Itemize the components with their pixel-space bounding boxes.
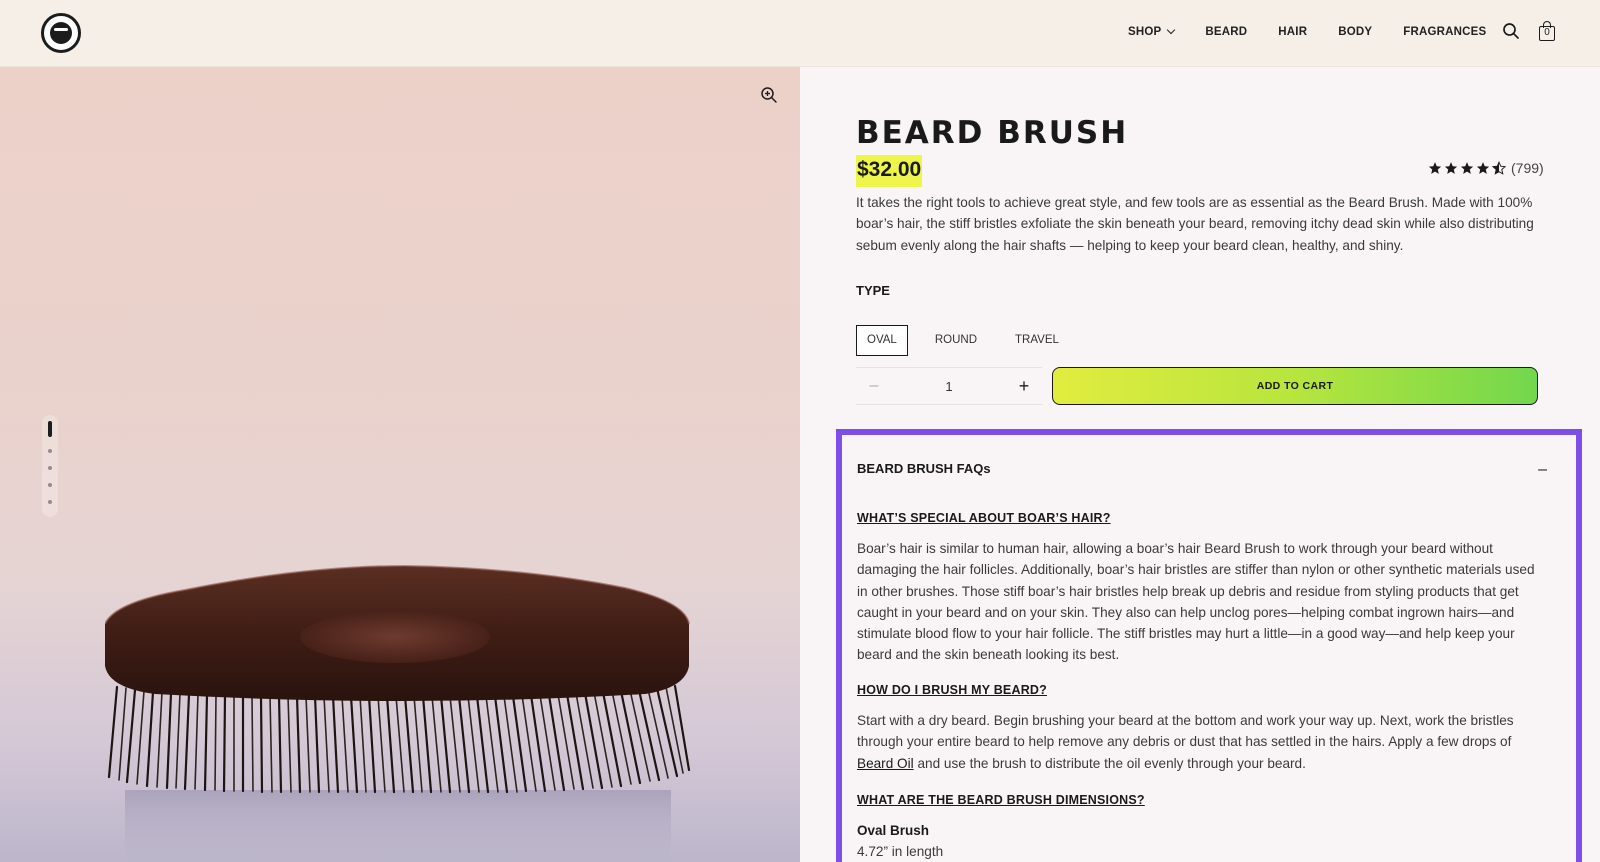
star-half-icon xyxy=(1492,161,1506,175)
variant-round[interactable]: ROUND xyxy=(924,325,988,356)
faq-answer: Boar’s hair is similar to human hair, al… xyxy=(857,541,1535,663)
quantity-decrease-button[interactable]: – xyxy=(856,377,892,395)
star-full-icon xyxy=(1444,162,1458,174)
cart-icon[interactable]: 0 xyxy=(1538,20,1556,41)
gallery-dot-active[interactable] xyxy=(48,421,52,437)
search-icon[interactable] xyxy=(1502,22,1520,40)
variant-travel[interactable]: TRAVEL xyxy=(1004,325,1070,356)
faq-title: BEARD BRUSH FAQs xyxy=(857,461,991,476)
product-rating[interactable]: (799) xyxy=(1428,160,1544,176)
gallery-dot[interactable] xyxy=(48,500,52,504)
gallery-dot[interactable] xyxy=(48,449,52,453)
variant-selector: OVAL ROUND TRAVEL xyxy=(856,325,1086,356)
gallery-dot[interactable] xyxy=(48,466,52,470)
faq-accordion: BEARD BRUSH FAQs – WHAT’S SPECIAL ABOUT … xyxy=(836,429,1582,862)
beard-logo-icon xyxy=(50,22,72,44)
faq-question: HOW DO I BRUSH MY BEARD? xyxy=(857,683,1047,697)
beard-brush-product-image xyxy=(105,564,691,862)
nav-hair[interactable]: HAIR xyxy=(1278,26,1307,38)
variant-oval[interactable]: OVAL xyxy=(856,325,908,356)
beard-oil-link[interactable]: Beard Oil xyxy=(857,756,914,771)
faq-answer-text: Start with a dry beard. Begin brushing y… xyxy=(857,713,1514,750)
nav-beard[interactable]: BEARD xyxy=(1205,26,1247,38)
gallery-pagination xyxy=(42,415,58,517)
nav-shop-label: SHOP xyxy=(1128,26,1162,38)
add-to-cart-button[interactable]: ADD TO CART xyxy=(1052,367,1538,405)
faq-toggle[interactable]: BEARD BRUSH FAQs – xyxy=(857,458,1547,482)
product-gallery[interactable] xyxy=(0,67,800,862)
product-price: $32.00 xyxy=(856,155,923,187)
quantity-increase-button[interactable]: + xyxy=(1006,376,1042,397)
nav-body[interactable]: BODY xyxy=(1338,26,1372,38)
dimension-subtitle: Oval Brush xyxy=(857,823,930,838)
product-info: BEARD BRUSH $32.00 (799) It takes the ri… xyxy=(800,67,1600,862)
star-full-icon xyxy=(1428,162,1442,174)
nav-fragrances[interactable]: FRAGRANCES xyxy=(1403,26,1486,38)
dimension-line: 4.72” in length xyxy=(857,844,944,859)
faq-answer-text: and use the brush to distribute the oil … xyxy=(913,755,1306,771)
rating-count: (799) xyxy=(1511,160,1544,176)
faq-question: WHAT’S SPECIAL ABOUT BOAR’S HAIR? xyxy=(857,511,1111,525)
brand-logo[interactable] xyxy=(41,13,81,53)
chevron-down-icon xyxy=(1167,25,1176,35)
site-header: SHOP BEARD HAIR BODY FRAGRANCES 0 xyxy=(0,0,1600,67)
product-title: BEARD BRUSH xyxy=(856,115,1129,151)
product-description: It takes the right tools to achieve grea… xyxy=(856,195,1534,253)
faq-answer: Start with a dry beard. Begin brushing y… xyxy=(857,710,1547,774)
type-label: TYPE xyxy=(856,283,890,298)
zoom-in-icon[interactable] xyxy=(760,86,778,104)
star-full-icon xyxy=(1476,162,1490,174)
faq-question: WHAT ARE THE BEARD BRUSH DIMENSIONS? xyxy=(857,793,1145,807)
nav-shop[interactable]: SHOP xyxy=(1128,25,1176,38)
star-full-icon xyxy=(1460,162,1474,174)
gallery-dot[interactable] xyxy=(48,483,52,487)
quantity-input[interactable]: 1 xyxy=(892,379,1006,394)
main-nav: SHOP BEARD HAIR BODY FRAGRANCES xyxy=(1128,25,1486,38)
cart-count: 0 xyxy=(1539,26,1555,41)
collapse-icon: – xyxy=(1538,461,1547,478)
quantity-stepper: – 1 + xyxy=(856,367,1042,405)
